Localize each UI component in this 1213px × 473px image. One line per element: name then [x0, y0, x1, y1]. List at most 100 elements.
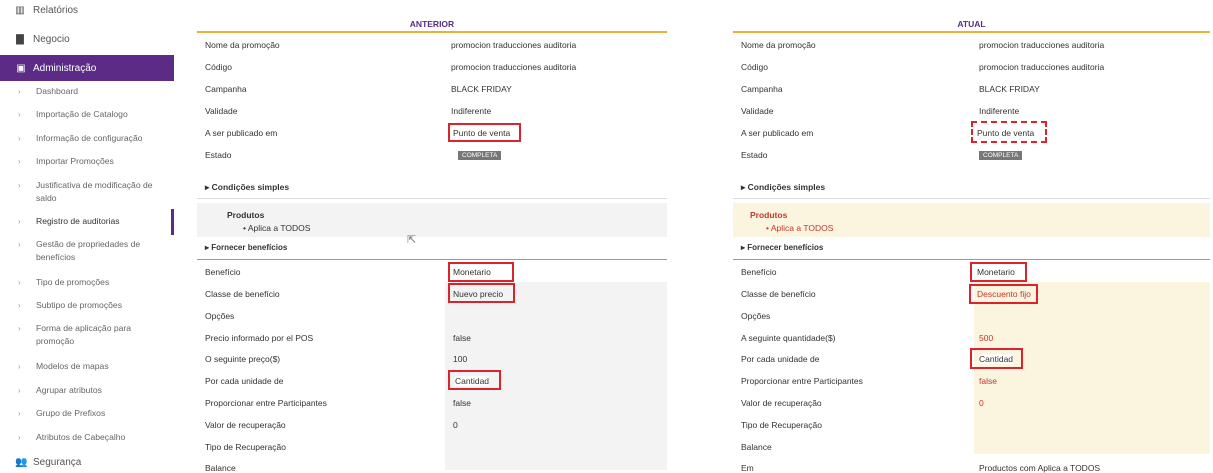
produtos-item-label: Aplica a TODOS	[247, 223, 311, 233]
sidebar-item-importacao-catalogo[interactable]: › Importação de Catalogo	[0, 108, 172, 121]
sidebar-item-label: Informação de configuração	[36, 133, 143, 143]
chevron-right-icon: ›	[18, 110, 21, 119]
sidebar-item-subtipo-promocoes[interactable]: › Subtipo de promoções	[0, 299, 172, 312]
field-label: Balance	[205, 463, 236, 473]
chevron-right-icon: ›	[18, 278, 21, 287]
field-value: promocion traducciones auditoria	[451, 62, 577, 72]
field-value: 0	[979, 398, 984, 408]
sidebar-item-label: Segurança	[33, 456, 82, 468]
sidebar-item-dashboard[interactable]: › Dashboard	[0, 85, 172, 98]
field-label: Validade	[741, 106, 774, 116]
field-label: Estado	[741, 150, 768, 160]
highlight-box	[448, 262, 514, 282]
sidebar-item-seguranca[interactable]: 👥 Segurança	[15, 454, 81, 470]
sidebar-item-label: Grupo de Prefixos	[36, 408, 106, 418]
sidebar-section-label: Administração	[33, 62, 97, 74]
sidebar-item-negocio[interactable]: ▇ Negocio	[15, 31, 70, 47]
chevron-right-icon: ›	[18, 157, 21, 166]
divider	[733, 259, 1210, 260]
field-label: Opções	[205, 311, 235, 321]
sidebar-item-label: Tipo de promoções	[36, 277, 110, 287]
sidebar-item-informacao-configuracao[interactable]: › Informação de configuração	[0, 132, 172, 145]
field-label: Nome da promoção	[741, 40, 816, 50]
produtos-title: Produtos	[750, 210, 788, 220]
field-label: Benefício	[205, 267, 241, 277]
sidebar-item-label: Dashboard	[36, 86, 79, 96]
chevron-right-icon: ›	[18, 87, 21, 96]
field-value: promocion traducciones auditoria	[979, 62, 1105, 72]
sidebar-item-atributos-cabecalho[interactable]: › Atributos de Cabeçalho	[0, 431, 172, 444]
highlight-box	[970, 262, 1027, 282]
field-label: A seguinte quantidade($)	[741, 333, 836, 343]
produtos-item: • Aplica a TODOS	[766, 223, 834, 233]
field-label: Valor de recuperação	[205, 420, 286, 430]
section-condicoes[interactable]: ▸ Condições simples	[205, 182, 289, 193]
sidebar-item-label: Agrupar atributos	[36, 385, 102, 395]
sidebar-item-tipo-promocoes[interactable]: › Tipo de promoções	[0, 276, 172, 289]
sidebar-item-label: Modelos de mapas	[36, 361, 109, 371]
status-badge-label: COMPLETA	[979, 151, 1023, 160]
section-condicoes[interactable]: ▸ Condições simples	[741, 182, 825, 193]
field-label: Por cada unidade de	[205, 376, 284, 386]
section-title: Condições simples	[747, 182, 826, 192]
divider	[197, 259, 667, 260]
field-label: Tipo de Recuperação	[741, 420, 822, 430]
sidebar-item-forma-aplicacao[interactable]: › Forma de aplicação para promoção	[0, 322, 172, 348]
field-value: 100	[453, 354, 468, 364]
highlight-box	[970, 348, 1023, 369]
sidebar-item-relatorios[interactable]: ▥ Relatórios	[15, 2, 78, 18]
status-badge: COMPLETA	[979, 149, 1023, 160]
highlight-box	[448, 123, 521, 142]
sidebar-item-grupo-prefixos[interactable]: › Grupo de Prefixos	[0, 407, 172, 420]
sidebar-item-importar-promocoes[interactable]: › Importar Promoções	[0, 155, 172, 168]
field-value: Indiferente	[451, 106, 492, 116]
highlight-box	[448, 283, 515, 303]
chevron-right-icon: ›	[18, 409, 21, 418]
sidebar-item-gestao-propriedades[interactable]: › Gestão de propriedades de benefícios	[0, 238, 172, 264]
sidebar: ▥ Relatórios ▇ Negocio ▣ Administração ›…	[0, 0, 177, 470]
status-badge: COMPLETA	[458, 149, 502, 160]
field-value: false	[979, 376, 997, 386]
chevron-right-icon: ›	[18, 386, 21, 395]
field-label: Campanha	[205, 84, 247, 94]
produtos-item-label: Aplica a TODOS	[770, 223, 834, 233]
field-value: promocion traducciones auditoria	[451, 40, 577, 50]
sidebar-item-justificativa[interactable]: › Justificativa de modificação de saldo	[0, 179, 172, 205]
field-value: Productos com Aplica a TODOS	[979, 463, 1101, 473]
sidebar-item-label: Relatórios	[33, 4, 79, 16]
chart-icon: ▥	[15, 4, 25, 16]
section-beneficios[interactable]: ▸ Fornecer benefícios	[741, 243, 823, 252]
field-label: Classe de benefício	[205, 289, 280, 299]
divider	[197, 198, 667, 199]
chevron-right-icon: ›	[18, 217, 21, 226]
field-value: BLACK FRIDAY	[451, 84, 512, 94]
field-value: 0	[453, 420, 458, 430]
sidebar-item-registro-auditorias[interactable]: › Registro de auditorias	[0, 215, 172, 228]
section-title: Condições simples	[211, 182, 290, 192]
field-label: Estado	[205, 150, 232, 160]
sidebar-item-agrupar-atributos[interactable]: › Agrupar atributos	[0, 384, 172, 397]
sidebar-section-administracao[interactable]: ▣ Administração	[0, 55, 174, 81]
section-beneficios[interactable]: ▸ Fornecer benefícios	[205, 243, 287, 252]
cursor-icon: ⇱	[407, 234, 417, 246]
chevron-right-icon: ›	[18, 362, 21, 371]
field-value: false	[453, 398, 471, 408]
field-value: BLACK FRIDAY	[979, 84, 1040, 94]
field-label: Código	[205, 62, 232, 72]
field-label: Código	[741, 62, 768, 72]
field-label: Proporcionar entre Participantes	[741, 376, 863, 386]
sidebar-item-label: Importação de Catalogo	[36, 109, 128, 119]
panel-title: ATUAL	[733, 17, 1210, 33]
sidebar-item-label: Importar Promoções	[36, 156, 114, 166]
field-label: Por cada unidade de	[741, 354, 820, 364]
status-badge-label: COMPLETA	[458, 151, 502, 160]
field-label: Opções	[741, 311, 771, 321]
sidebar-item-modelos-mapas[interactable]: › Modelos de mapas	[0, 360, 172, 373]
panel-title: ANTERIOR	[197, 17, 667, 33]
divider	[733, 198, 1210, 199]
sidebar-item-label: Gestão de propriedades de benefícios	[36, 239, 141, 262]
highlight-box	[448, 370, 501, 390]
chevron-right-icon: ›	[18, 181, 21, 190]
field-label: Validade	[205, 106, 238, 116]
chevron-right-icon: ›	[18, 240, 21, 249]
